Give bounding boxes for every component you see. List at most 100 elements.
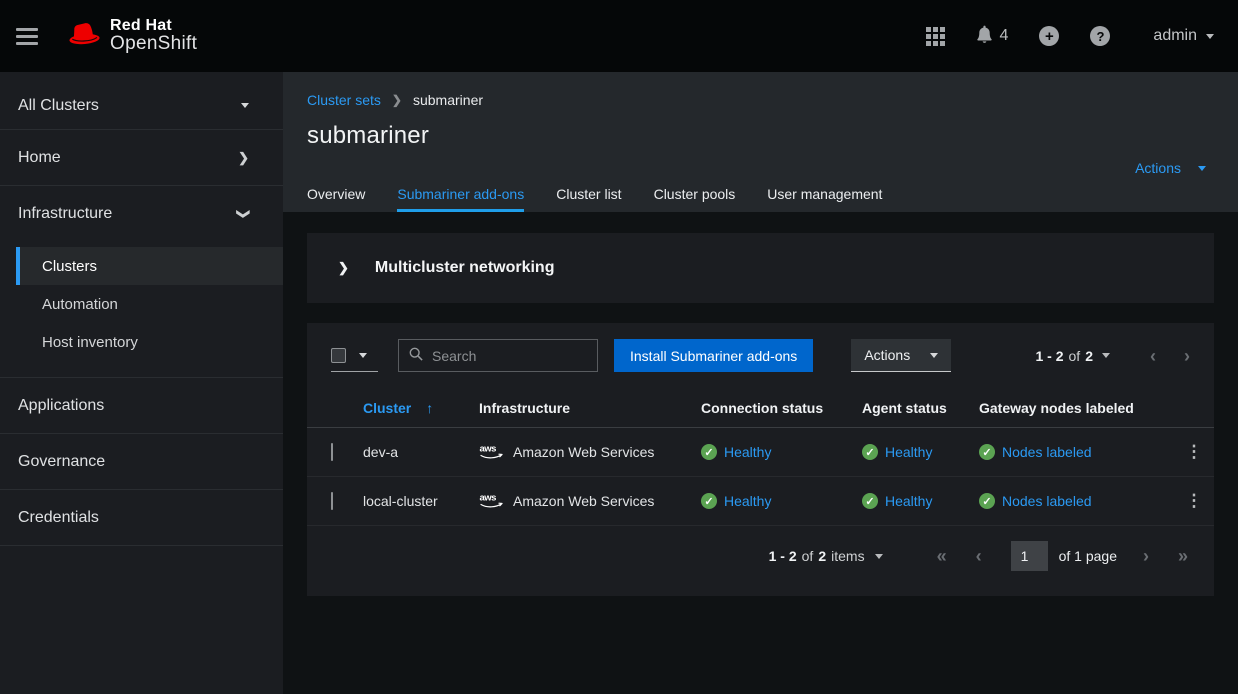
success-check-icon: ✓ [979,493,995,509]
gateway-nodes-link[interactable]: Nodes labeled [1002,493,1092,509]
notification-count: 4 [1000,27,1009,45]
page-number-input[interactable] [1011,541,1048,571]
table-row: dev-a aws [307,428,1214,477]
pagination-range: 1 - 2 [1036,348,1064,364]
pagination-total: 2 [1085,348,1093,364]
sidebar-item-label: Applications [18,397,104,415]
tab-submariner-add-ons[interactable]: Submariner add-ons [381,175,540,212]
tab-cluster-list[interactable]: Cluster list [540,175,637,212]
help-button[interactable]: ? [1090,26,1110,46]
pagination-of: of [1069,348,1081,364]
sidebar-item-credentials[interactable]: Credentials [0,490,283,546]
multicluster-networking-expandable[interactable]: ❯ Multicluster networking [307,233,1214,303]
notifications-button[interactable]: 4 [976,25,1009,47]
create-button[interactable]: + [1039,26,1059,46]
tab-label: Submariner add-ons [397,186,524,202]
page-actions-label: Actions [1135,160,1181,176]
column-header-cluster[interactable]: Cluster↑ [355,388,471,428]
sidebar-item-clusters[interactable]: Clusters [16,247,283,285]
success-check-icon: ✓ [862,444,878,460]
table-header-row: Cluster↑ Infrastructure Connection statu… [307,388,1214,428]
search-icon [409,347,423,364]
provider-name: Amazon Web Services [513,444,654,460]
prev-page-button[interactable]: ‹ [976,547,982,565]
breadcrumb: Cluster sets ❯ submariner [307,72,1214,108]
top-pagination: 1 - 2 of 2 ‹ › [1036,347,1191,365]
sidebar-item-applications[interactable]: Applications [0,378,283,434]
connection-status-link[interactable]: Healthy [724,493,771,509]
svg-text:aws: aws [480,443,497,454]
gateway-nodes-link[interactable]: Nodes labeled [1002,444,1092,460]
connection-status-link[interactable]: Healthy [724,444,771,460]
masthead: Red Hat OpenShift 4 + ? admin [0,0,1238,72]
page-content: ❯ Multicluster networking [283,212,1238,694]
last-page-button[interactable]: » [1178,547,1188,565]
bulk-select-dropdown[interactable] [331,339,378,372]
page-title: submariner [307,122,1214,150]
toolbar-actions-dropdown[interactable]: Actions [851,339,951,372]
success-check-icon: ✓ [701,444,717,460]
next-page-button[interactable]: › [1143,547,1149,565]
plus-circle-icon: + [1039,26,1059,46]
next-page-button[interactable]: › [1184,347,1190,365]
brand-name: Red Hat [110,18,197,35]
page-actions-dropdown[interactable]: Actions [1135,160,1206,176]
sidebar-item-label: Home [18,149,61,167]
cluster-selector-dropdown[interactable]: All Clusters [0,82,283,130]
chevron-down-icon [1206,34,1214,39]
nav-toggle-hamburger-icon[interactable] [16,22,44,50]
bottom-pagination: 1 - 2 of 2 items « ‹ of 1 page › » [307,526,1214,590]
pagination-menu-caret-icon[interactable] [1102,353,1110,358]
agent-status-link[interactable]: Healthy [885,493,932,509]
row-kebab-menu[interactable]: ⋮ [1174,428,1214,477]
page-header: Cluster sets ❯ submariner submariner Act… [283,72,1238,212]
install-submariner-button[interactable]: Install Submariner add-ons [614,339,813,372]
sidebar-item-host-inventory[interactable]: Host inventory [16,323,283,361]
success-check-icon: ✓ [701,493,717,509]
first-page-button[interactable]: « [937,547,947,565]
tab-label: Overview [307,186,365,202]
pagination-range: 1 - 2 [769,548,797,564]
table-toolbar: Install Submariner add-ons Actions 1 - 2… [307,323,1214,388]
row-checkbox[interactable] [331,492,333,510]
infrastructure-subnav: Clusters Automation Host inventory [0,242,283,378]
row-kebab-menu[interactable]: ⋮ [1174,477,1214,526]
chevron-right-icon: ❯ [238,150,249,166]
sidebar-item-label: Governance [18,453,105,471]
caret-down-icon [359,353,367,358]
search-input[interactable] [432,348,587,364]
tab-user-management[interactable]: User management [751,175,898,212]
pagination-items-label: items [831,548,864,564]
question-circle-icon: ? [1090,26,1110,46]
sidebar-item-home[interactable]: Home ❯ [0,130,283,186]
column-header-infrastructure: Infrastructure [471,388,693,428]
username: admin [1153,27,1197,45]
app-launcher-button[interactable] [926,27,945,46]
user-menu[interactable]: admin [1153,27,1214,45]
toolbar-actions-label: Actions [864,347,910,363]
tab-cluster-pools[interactable]: Cluster pools [638,175,752,212]
column-header-agent-status: Agent status [854,388,971,428]
tab-overview[interactable]: Overview [307,175,381,212]
tab-label: Cluster pools [654,186,736,202]
brand-logo[interactable]: Red Hat OpenShift [68,18,197,55]
prev-page-button[interactable]: ‹ [1150,347,1156,365]
row-checkbox[interactable] [331,443,333,461]
tab-label: Cluster list [556,186,621,202]
sidebar-item-label: Host inventory [42,334,138,351]
chevron-right-icon: ❯ [338,260,349,276]
breadcrumb-link-cluster-sets[interactable]: Cluster sets [307,92,381,108]
aws-icon: aws [479,491,505,512]
bell-icon [976,25,993,47]
bulk-select-checkbox[interactable] [331,348,346,363]
redhat-fedora-icon [68,22,101,50]
sidebar-item-infrastructure[interactable]: Infrastructure ❯ [0,186,283,242]
tab-label: User management [767,186,882,202]
agent-status-link[interactable]: Healthy [885,444,932,460]
column-header-connection-status: Connection status [693,388,854,428]
sidebar-item-automation[interactable]: Automation [16,285,283,323]
pagination-total: 2 [818,548,826,564]
sidebar-item-governance[interactable]: Governance [0,434,283,490]
pagination-menu-caret-icon[interactable] [875,554,883,559]
multicluster-networking-title: Multicluster networking [375,259,555,277]
